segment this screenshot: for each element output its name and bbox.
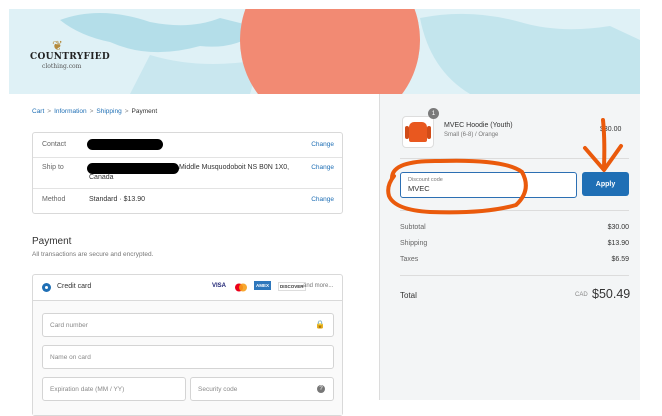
breadcrumb-information[interactable]: Information [54, 108, 87, 115]
security-code-field[interactable]: ? [190, 377, 334, 401]
shipping-label: Shipping [400, 240, 428, 247]
more-brands-text: and more... [303, 283, 334, 289]
credit-card-label: Credit card [57, 283, 92, 290]
redacted-address [87, 163, 179, 174]
shipping-row: Shipping $13.90 [400, 240, 629, 247]
expiry-field[interactable] [42, 377, 186, 401]
product-variant: Small (6-8) / Orange [444, 132, 499, 138]
apply-button[interactable]: Apply [582, 172, 629, 196]
ship-to-country: Canada [89, 174, 114, 181]
name-on-card-input[interactable] [43, 346, 333, 369]
taxes-label: Taxes [400, 256, 419, 263]
store-logo[interactable]: ❦ COUNTRYFIED clothing.com [30, 38, 110, 76]
payment-title: Payment [32, 236, 72, 247]
change-method-link[interactable]: Change [311, 196, 334, 203]
ship-to-address: Middle Musquodoboit NS B0N 1X0, [179, 164, 290, 171]
hero-banner [0, 0, 662, 94]
store-tagline: clothing.com [42, 63, 82, 70]
method-value: Standard · $13.90 [89, 196, 146, 203]
chevron-right-icon: > [47, 108, 52, 115]
shipping-value: $13.90 [607, 240, 629, 247]
expiry-input[interactable] [43, 378, 185, 401]
subtotal-row: Subtotal $30.00 [400, 224, 629, 231]
divider [400, 275, 629, 276]
lock-icon: 🔒 [315, 320, 325, 329]
subtotal-label: Subtotal [400, 224, 426, 231]
total-currency: CAD [575, 292, 588, 298]
hero-art [60, 0, 640, 94]
security-code-input[interactable] [191, 378, 333, 401]
frame-right [640, 0, 662, 400]
discount-code-input[interactable] [408, 184, 558, 193]
breadcrumb-cart[interactable]: Cart [32, 108, 44, 115]
name-on-card-field[interactable] [42, 345, 334, 369]
breadcrumb-shipping[interactable]: Shipping [96, 108, 121, 115]
product-price: $30.00 [600, 126, 622, 133]
credit-card-form: 🔒 ? [33, 301, 342, 415]
product-thumbnail [402, 116, 434, 148]
divider [33, 157, 342, 158]
review-box: Contact Change Ship to Middle Musquodobo… [32, 132, 343, 214]
chevron-right-icon: > [124, 108, 129, 115]
product-name: MVEC Hoodie (Youth) [444, 122, 513, 129]
change-address-link[interactable]: Change [311, 164, 334, 171]
frame-left [0, 0, 9, 400]
redacted-contact [87, 139, 163, 150]
payment-subtitle: All transactions are secure and encrypte… [32, 251, 154, 258]
ship-to-label: Ship to [42, 164, 64, 171]
subtotal-value: $30.00 [607, 224, 629, 231]
chevron-right-icon: > [89, 108, 94, 115]
store-name: COUNTRYFIED [30, 52, 110, 62]
divider [400, 210, 629, 211]
mastercard-icon [235, 283, 247, 292]
divider [400, 158, 629, 159]
credit-card-option[interactable]: Credit card VISA AMEX DISCOVER and more.… [33, 275, 342, 301]
discover-icon: DISCOVER [278, 282, 306, 291]
divider [33, 188, 342, 189]
method-label: Method [42, 196, 66, 203]
quantity-badge: 1 [428, 108, 439, 119]
frame-top [0, 0, 662, 9]
discount-code-field[interactable]: Discount code [400, 172, 577, 198]
breadcrumb-payment: Payment [131, 108, 158, 115]
discount-code-label: Discount code [408, 177, 443, 183]
visa-icon: VISA [212, 283, 227, 289]
card-number-field[interactable]: 🔒 [42, 313, 334, 337]
radio-selected-icon[interactable] [42, 283, 51, 292]
hoodie-image [405, 122, 431, 142]
contact-label: Contact [42, 141, 67, 148]
total-value: $50.49 [592, 287, 631, 301]
amex-icon: AMEX [254, 281, 272, 290]
taxes-value: $6.59 [611, 256, 629, 263]
help-icon[interactable]: ? [317, 385, 325, 393]
breadcrumb: Cart > Information > Shipping > Payment [32, 108, 157, 115]
card-number-input[interactable] [43, 314, 333, 337]
credit-card-box: Credit card VISA AMEX DISCOVER and more.… [32, 274, 343, 416]
total-label: Total [400, 291, 417, 300]
change-contact-link[interactable]: Change [311, 141, 334, 148]
taxes-row: Taxes $6.59 [400, 256, 629, 263]
